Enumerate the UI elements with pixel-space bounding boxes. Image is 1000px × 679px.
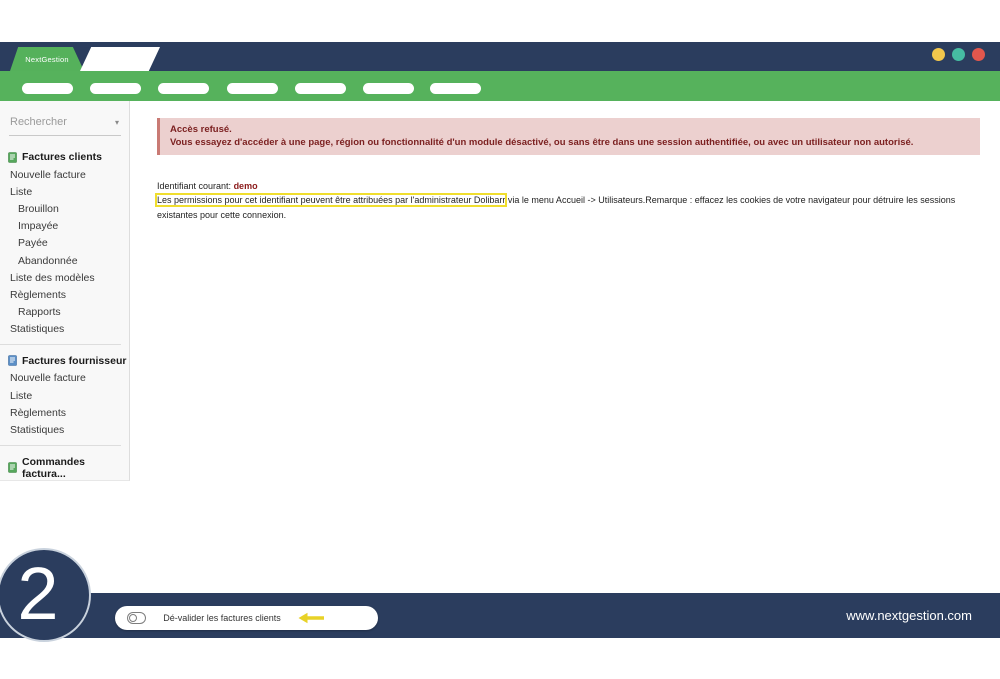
sidebar-item-rapports[interactable]: Rapports: [0, 304, 129, 321]
website-link[interactable]: www.nextgestion.com: [846, 593, 972, 638]
search-placeholder: Rechercher: [10, 116, 67, 128]
sidebar-item-reglements-fournisseur[interactable]: Règlements: [0, 404, 129, 421]
sidebar-section-factures-fournisseur[interactable]: Factures fournisseur: [0, 353, 129, 370]
sidebar-divider: [0, 445, 121, 446]
sidebar-section-factures-clients[interactable]: Factures clients: [0, 149, 129, 166]
nav-pill-1[interactable]: [22, 83, 73, 94]
sidebar-menu: Factures clients Nouvelle facture Liste …: [0, 136, 129, 483]
current-user-label: Identifiant courant:: [157, 181, 234, 191]
sidebar-item-statistiques-fournisseur[interactable]: Statistiques: [0, 421, 129, 438]
sidebar-item-brouillon[interactable]: Brouillon: [0, 200, 129, 217]
window-dot-yellow: [932, 48, 945, 61]
devalider-toggle-button[interactable]: Dé-valider les factures clients: [115, 606, 378, 630]
sidebar-item-nouvelle-facture-fournisseur[interactable]: Nouvelle facture: [0, 370, 129, 387]
invoice-icon: [8, 152, 17, 163]
alert-title: Accès refusé.: [170, 123, 970, 136]
section-title-label: Factures fournisseur: [22, 355, 126, 367]
sidebar: Rechercher ▾ Factures clients Nouvelle f…: [0, 101, 130, 481]
sidebar-item-liste-fournisseur[interactable]: Liste: [0, 387, 129, 404]
sidebar-section-commandes[interactable]: Commandes factura...: [0, 454, 129, 483]
left-arrow-icon: [298, 612, 324, 624]
invoice-icon: [8, 355, 17, 366]
sidebar-item-impayee[interactable]: Impayée: [0, 218, 129, 235]
toggle-off-icon[interactable]: [127, 612, 146, 624]
nav-pill-3[interactable]: [158, 83, 209, 94]
window-dot-teal: [952, 48, 965, 61]
permissions-paragraph: Les permissions pour cet identifiant peu…: [157, 193, 977, 222]
nav-pill-2[interactable]: [90, 83, 141, 94]
document-icon: [8, 462, 17, 473]
nav-pill-6[interactable]: [363, 83, 414, 94]
chevron-down-icon[interactable]: ▾: [115, 118, 119, 127]
nav-pill-4[interactable]: [227, 83, 278, 94]
sidebar-item-nouvelle-facture[interactable]: Nouvelle facture: [0, 166, 129, 183]
sidebar-item-statistiques[interactable]: Statistiques: [0, 321, 129, 338]
blank-tab: [80, 47, 160, 71]
sidebar-item-liste[interactable]: Liste: [0, 183, 129, 200]
access-denied-alert: Accès refusé. Vous essayez d'accéder à u…: [157, 118, 980, 155]
sidebar-item-liste-des-modeles[interactable]: Liste des modèles: [0, 269, 129, 286]
section-title-label: Factures clients: [22, 151, 102, 163]
main-navbar: [0, 71, 1000, 101]
section-title-label: Commandes factura...: [22, 456, 129, 480]
sidebar-item-abandonnee[interactable]: Abandonnée: [0, 252, 129, 269]
toggle-label: Dé-valider les factures clients: [146, 613, 298, 623]
nav-pill-5[interactable]: [295, 83, 346, 94]
brand-tab: NextGestion: [10, 47, 84, 71]
window-dot-red: [972, 48, 985, 61]
sidebar-divider: [0, 344, 121, 345]
sidebar-item-payee[interactable]: Payée: [0, 235, 129, 252]
search-input[interactable]: Rechercher ▾: [9, 114, 121, 136]
current-user-value: demo: [234, 181, 258, 191]
alert-message: Vous essayez d'accéder à une page, régio…: [170, 136, 970, 149]
step-number-badge: 2: [0, 548, 91, 642]
step-number: 2: [17, 550, 58, 638]
sidebar-item-reglements[interactable]: Règlements: [0, 286, 129, 303]
current-user-line: Identifiant courant: demo: [157, 181, 258, 191]
nav-pill-7[interactable]: [430, 83, 481, 94]
highlighted-text: Les permissions pour cet identifiant peu…: [157, 195, 505, 205]
